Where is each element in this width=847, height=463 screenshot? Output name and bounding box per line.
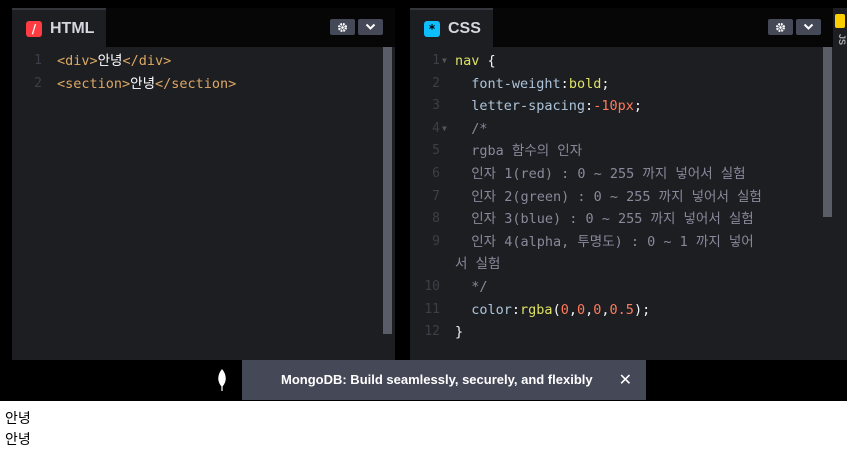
code-text: <section>안녕</section> <box>57 75 237 92</box>
code-text: 서 실험 <box>455 256 501 273</box>
css-scrollbar[interactable] <box>823 47 832 217</box>
code-text: */ <box>455 278 488 295</box>
code-text: 인자 2(green) : 0 ~ 255 까지 넣어서 실험 <box>455 188 762 205</box>
code-text: rgba 함수의 인자 <box>455 143 583 160</box>
css-code-line: 8 인자 3(blue) : 0 ~ 255 까지 넣어서 실험 <box>410 208 821 231</box>
css-code-line: 4 ▼ /* <box>410 118 821 141</box>
close-icon[interactable]: ✕ <box>619 360 632 400</box>
html-settings-button[interactable] <box>330 19 355 35</box>
fold-arrow-icon[interactable]: ▼ <box>442 50 447 73</box>
codepen-js-icon <box>835 14 845 28</box>
line-number: 12 <box>424 324 440 340</box>
preview-div-output: 안녕 <box>5 411 31 427</box>
js-editor-collapsed[interactable]: JS <box>833 8 847 360</box>
css-collapse-button[interactable] <box>796 19 821 35</box>
mongodb-leaf-icon <box>218 369 226 391</box>
code-text: } <box>455 324 464 341</box>
line-number: 7 <box>432 188 440 204</box>
css-code-line: 1 ▼ nav { <box>410 50 821 73</box>
result-preview: 안녕 안녕 <box>0 401 847 463</box>
line-number: 11 <box>424 301 440 317</box>
css-tab-label: CSS <box>448 19 481 37</box>
css-editor-pane: * CSS 1 ▼ nav {2 font-weight:bold; 3 letter… <box>410 8 833 360</box>
html-editor-pane: / HTML 1 <div>안녕</div> 2 <section>안녕</secti… <box>12 8 395 360</box>
html-code-line: 1 <div>안녕</div> <box>12 50 383 73</box>
line-number: 9 <box>432 233 440 249</box>
js-tab-label: JS <box>837 34 847 46</box>
code-text: 인자 4(alpha, 투명도) : 0 ~ 1 까지 넣어 <box>455 233 754 250</box>
code-text: 인자 3(blue) : 0 ~ 255 까지 넣어서 실험 <box>455 211 754 228</box>
chevron-down-icon <box>803 23 814 30</box>
css-code-editor[interactable]: 1 ▼ nav {2 font-weight:bold; 3 letter-spaci… <box>410 50 821 360</box>
preview-section-output: 안녕 <box>5 432 31 448</box>
line-number: 4 <box>432 120 440 136</box>
line-number: 2 <box>432 75 440 91</box>
html-code-line: 2 <section>안녕</section> <box>12 73 383 96</box>
html-scrollbar[interactable] <box>383 47 392 334</box>
line-number: 1 <box>432 53 440 68</box>
css-settings-button[interactable] <box>768 19 793 35</box>
html-pane-header: / HTML <box>12 8 395 47</box>
css-pane-header: * CSS <box>410 8 833 47</box>
fold-arrow-icon[interactable]: ▼ <box>442 118 447 141</box>
gear-icon <box>775 22 786 32</box>
line-number: 10 <box>424 278 440 294</box>
codepen-html-icon: / <box>26 20 42 37</box>
promo-ad[interactable]: MongoDB: Build seamlessly, securely, and… <box>242 360 646 400</box>
promo-bar: MongoDB: Build seamlessly, securely, and… <box>0 360 847 401</box>
codepen-css-icon: * <box>424 20 440 37</box>
css-code-line: 서 실험 <box>410 253 821 276</box>
gear-icon <box>337 22 348 32</box>
code-text: color:rgba(0,0,0,0.5); <box>455 301 651 318</box>
line-number: 1 <box>34 53 42 68</box>
html-tab[interactable]: / HTML <box>12 8 107 47</box>
chevron-down-icon <box>365 23 376 30</box>
css-code-line: 12} <box>410 321 821 344</box>
promo-text[interactable]: MongoDB: Build seamlessly, securely, and… <box>281 360 593 400</box>
code-text: 인자 1(red) : 0 ~ 255 까지 넣어서 실험 <box>455 165 746 182</box>
css-code-line: 7 인자 2(green) : 0 ~ 255 까지 넣어서 실험 <box>410 186 821 209</box>
html-tab-label: HTML <box>50 19 95 37</box>
code-text: /* <box>455 120 488 137</box>
line-number: 2 <box>34 75 42 91</box>
html-code-editor[interactable]: 1 <div>안녕</div> 2 <section>안녕</section> <box>12 50 383 360</box>
css-code-line: 10 */ <box>410 276 821 299</box>
editor-area: / HTML 1 <div>안녕</div> 2 <section>안녕</secti… <box>0 0 847 360</box>
line-number: 3 <box>432 98 440 114</box>
css-tab[interactable]: * CSS <box>410 8 493 47</box>
css-code-line: 9 인자 4(alpha, 투명도) : 0 ~ 1 까지 넣어 <box>410 231 821 254</box>
code-text: letter-spacing:-10px; <box>455 98 642 115</box>
css-code-line: 5 rgba 함수의 인자 <box>410 140 821 163</box>
css-code-line: 6 인자 1(red) : 0 ~ 255 까지 넣어서 실험 <box>410 163 821 186</box>
css-code-line: 2 font-weight:bold; <box>410 73 821 96</box>
code-text: font-weight:bold; <box>455 75 610 92</box>
code-text: nav { <box>455 53 496 69</box>
html-collapse-button[interactable] <box>358 19 383 35</box>
line-number: 5 <box>432 143 440 159</box>
code-text: <div>안녕</div> <box>57 53 172 69</box>
line-number: 6 <box>432 165 440 181</box>
css-code-line: 3 letter-spacing:-10px; <box>410 95 821 118</box>
css-code-line: 11 color:rgba(0,0,0,0.5); <box>410 299 821 322</box>
line-number: 8 <box>432 211 440 227</box>
